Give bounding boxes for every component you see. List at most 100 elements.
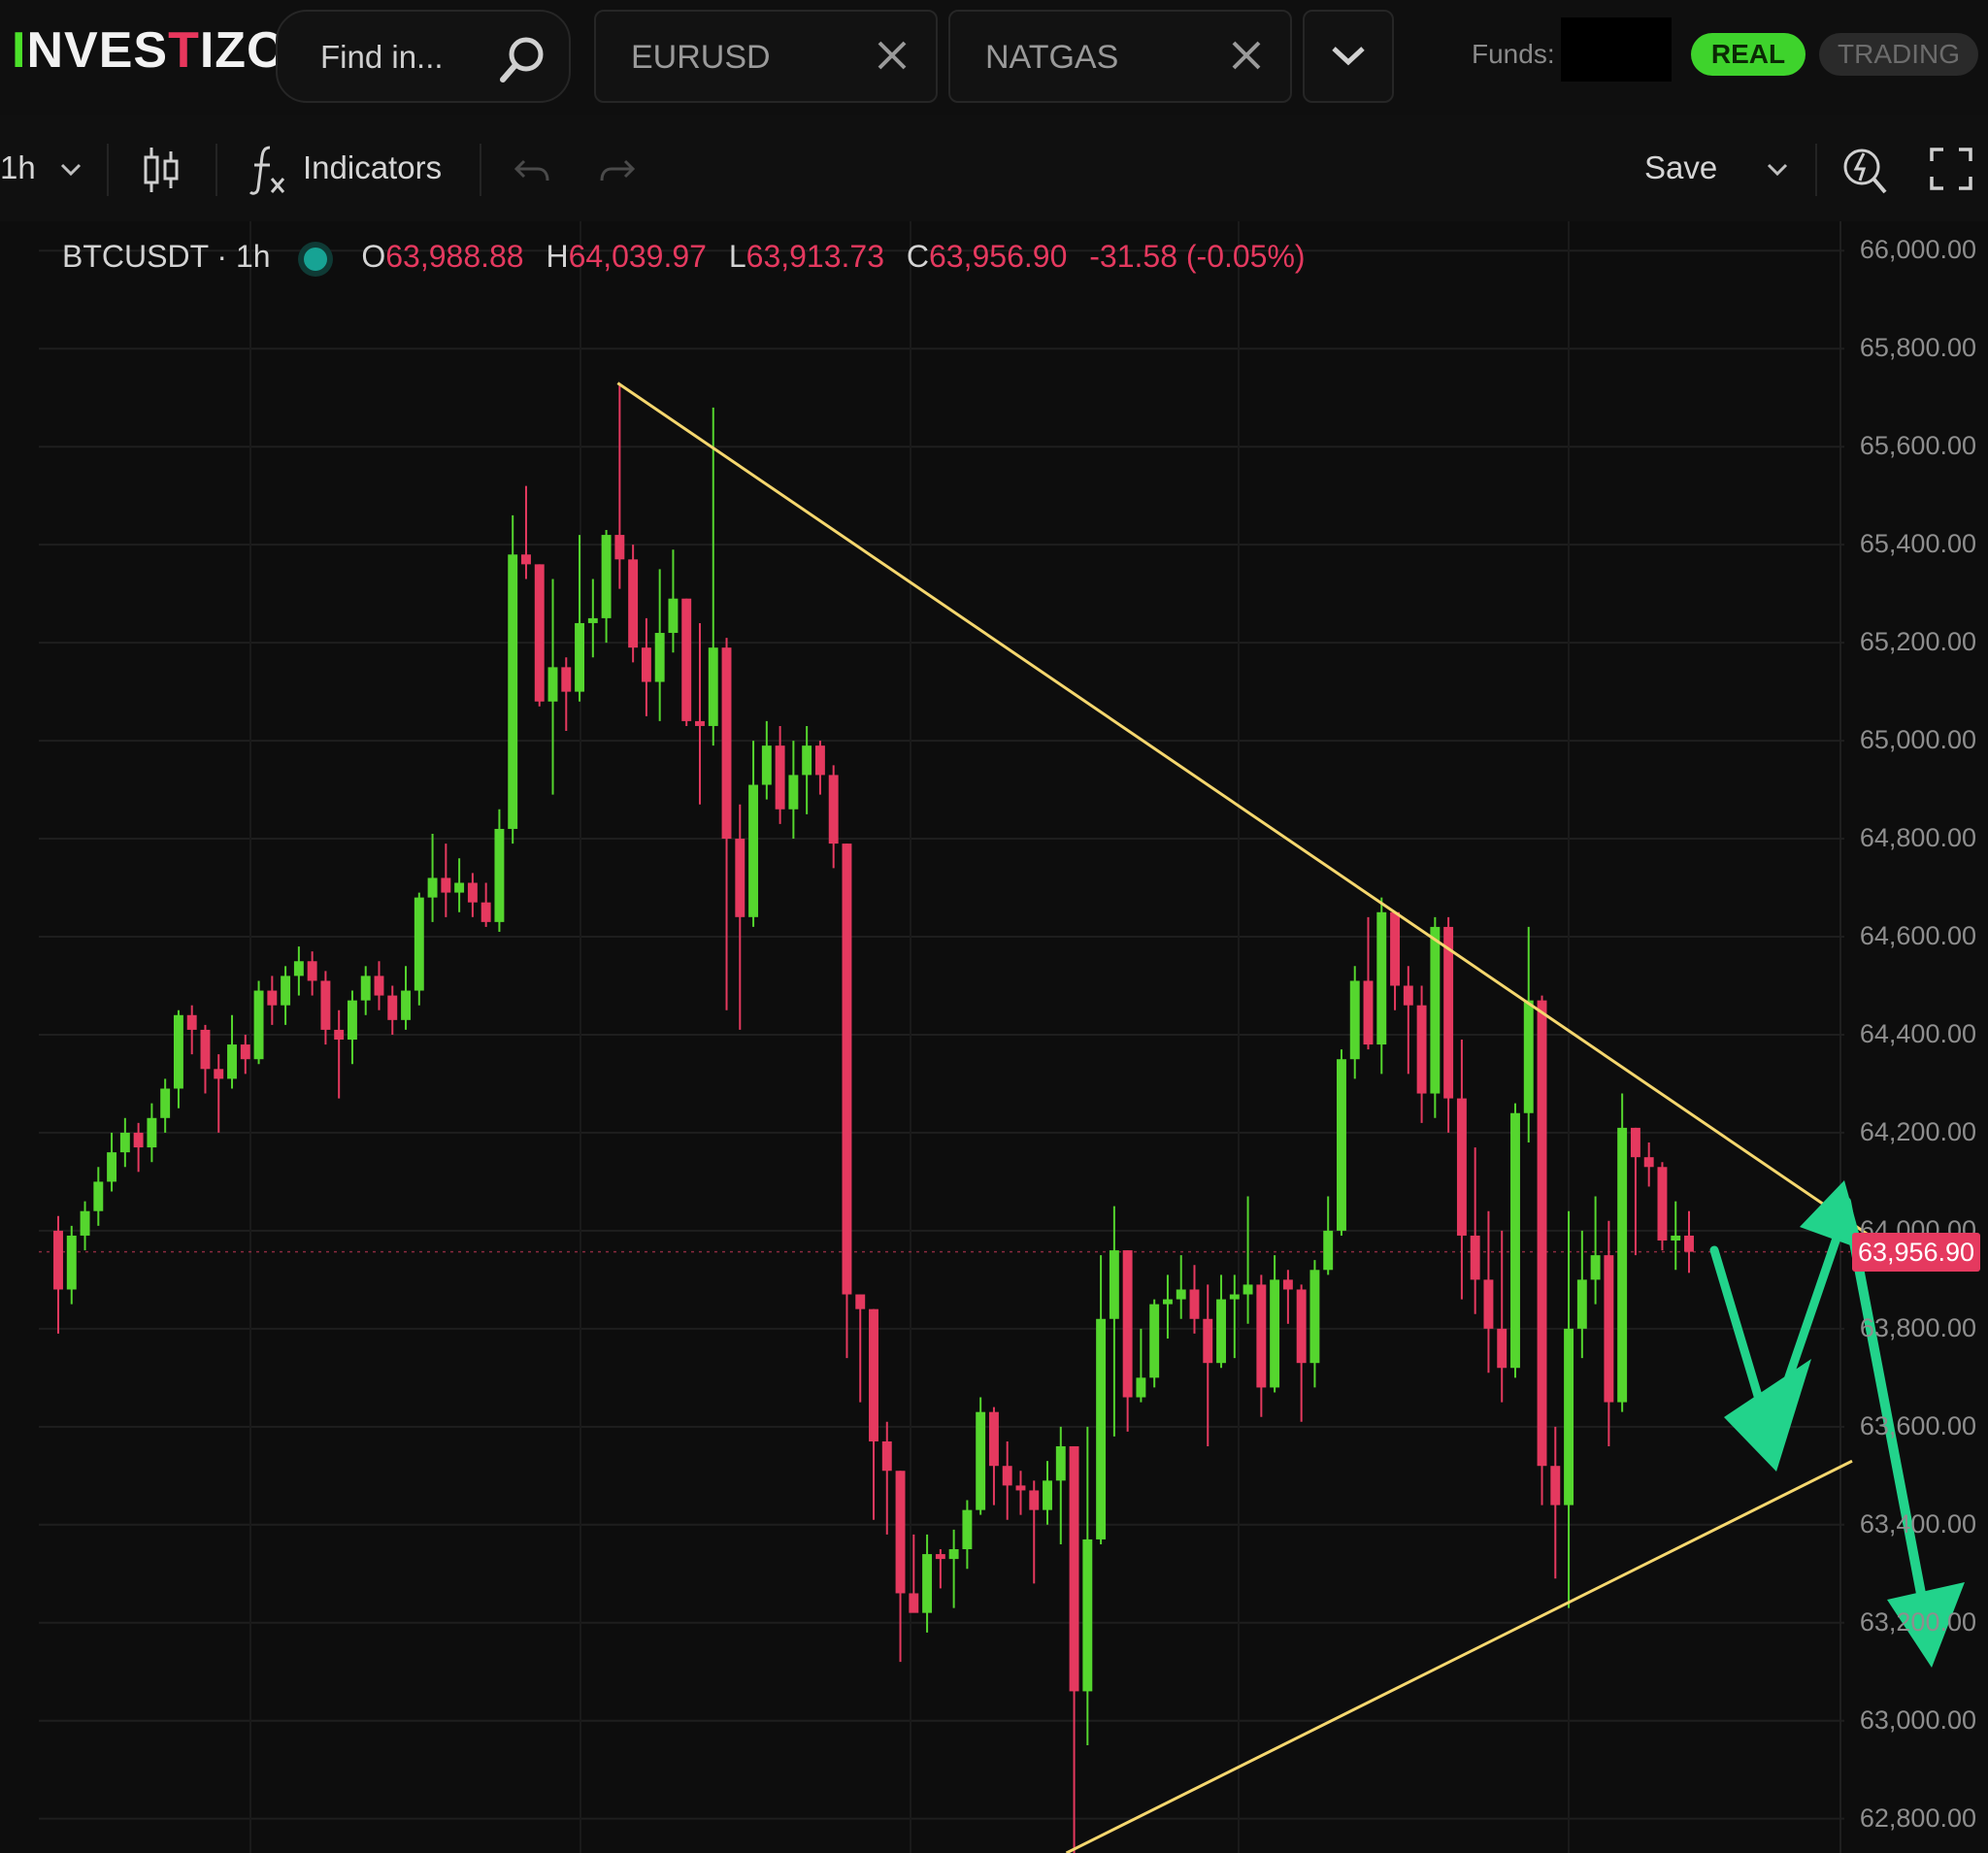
market-status-dot: [304, 247, 328, 271]
candlestick-chart[interactable]: [0, 221, 1988, 1853]
candle-up: [1109, 1250, 1119, 1319]
price-chart[interactable]: BTCUSDT · 1h O63,988.88 H64,039.97 L63,9…: [0, 221, 1988, 1853]
candle-down: [441, 877, 451, 893]
candle-down: [1069, 1446, 1079, 1692]
candle-up: [494, 828, 505, 922]
y-tick-label: 64,400.00: [1859, 1018, 1976, 1048]
candle-down: [1363, 980, 1374, 1045]
top-bar: INVESTIZO Find in... EURUSD NATGAS Funds…: [0, 0, 1988, 115]
candlestick-type-icon[interactable]: [142, 146, 181, 194]
y-tick-label: 65,400.00: [1859, 529, 1976, 559]
candle-down: [641, 647, 651, 682]
tab-eurusd[interactable]: EURUSD: [594, 10, 938, 103]
tab-eurusd-label: EURUSD: [631, 39, 771, 76]
undo-icon[interactable]: [514, 155, 549, 184]
candle-down: [909, 1593, 919, 1613]
candle-up: [1176, 1289, 1186, 1300]
candle-down: [1470, 1235, 1480, 1280]
candle-up: [1323, 1230, 1334, 1271]
tab-natgas[interactable]: NATGAS: [948, 10, 1292, 103]
real-account-toggle[interactable]: REAL: [1691, 33, 1806, 76]
resistance-trendline: [616, 381, 1871, 1238]
candle-up: [1309, 1270, 1320, 1364]
toolbar-divider: [107, 144, 109, 196]
candle-down: [1029, 1490, 1040, 1510]
candle-up: [414, 897, 424, 991]
candle-up: [1162, 1299, 1173, 1305]
candle-down: [1684, 1235, 1694, 1252]
candle-down: [1604, 1255, 1614, 1403]
search-box[interactable]: Find in...: [276, 10, 571, 103]
fullscreen-icon[interactable]: [1930, 148, 1972, 190]
candle-up: [281, 976, 291, 1006]
candle-down: [881, 1440, 892, 1472]
candle-up: [1229, 1294, 1240, 1300]
candle-down: [1282, 1279, 1293, 1290]
close-icon[interactable]: [876, 39, 909, 72]
y-tick-label: 63,200.00: [1859, 1606, 1976, 1637]
candle-down: [828, 775, 839, 844]
candle-down: [1189, 1289, 1200, 1319]
y-tick-label: 65,200.00: [1859, 627, 1976, 657]
search-icon[interactable]: [497, 35, 547, 85]
candle-up: [1510, 1112, 1520, 1369]
y-tick-label: 64,600.00: [1859, 921, 1976, 950]
quick-search-icon[interactable]: [1840, 144, 1889, 196]
candle-down: [1256, 1284, 1267, 1388]
candle-up: [976, 1411, 986, 1510]
candle-up: [668, 598, 679, 634]
candle-up: [160, 1088, 171, 1118]
candle-up: [601, 535, 612, 618]
y-tick-label: 63,000.00: [1859, 1704, 1976, 1735]
candle-up: [119, 1132, 130, 1153]
save-button[interactable]: Save: [1644, 149, 1717, 186]
candle-down: [614, 535, 625, 560]
tabs-dropdown-button[interactable]: [1303, 10, 1394, 103]
search-placeholder[interactable]: Find in...: [320, 39, 444, 76]
candle-down: [628, 559, 639, 648]
candle-down: [935, 1554, 945, 1560]
indicators-button[interactable]: Indicators: [303, 149, 442, 186]
candle-up: [802, 745, 812, 776]
trading-account-toggle[interactable]: TRADING: [1819, 33, 1978, 76]
candle-up: [547, 667, 558, 702]
chevron-down-icon[interactable]: [1767, 163, 1788, 177]
indicators-fx-icon[interactable]: [248, 144, 287, 196]
projection-arrow-segment: [1768, 1216, 1847, 1430]
candle-up: [1055, 1446, 1066, 1481]
candle-up: [1376, 911, 1387, 1045]
candle-down: [214, 1069, 224, 1079]
candle-down: [1015, 1485, 1026, 1491]
candle-up: [80, 1210, 90, 1236]
candle-up: [1523, 1000, 1534, 1113]
candle-down: [1483, 1279, 1494, 1329]
chevron-down-icon[interactable]: [60, 163, 82, 177]
candle-up: [1136, 1377, 1146, 1398]
candle-down: [1657, 1167, 1668, 1241]
candle-up: [922, 1554, 933, 1613]
candle-up: [107, 1152, 117, 1182]
candle-down: [855, 1294, 866, 1309]
close-icon[interactable]: [1230, 39, 1263, 72]
candle-up: [1242, 1284, 1253, 1295]
chart-toolbar: 1h Indicators Save: [0, 115, 1988, 221]
redo-icon[interactable]: [600, 155, 635, 184]
y-tick-label: 65,000.00: [1859, 725, 1976, 755]
candle-down: [1643, 1157, 1654, 1168]
candle-up: [761, 745, 772, 785]
candle-up: [1216, 1299, 1226, 1364]
logo-arrow-up-icon: I: [12, 22, 27, 79]
interval-selector[interactable]: 1h: [0, 149, 36, 186]
candle-down: [735, 839, 746, 917]
toolbar-divider: [1815, 144, 1817, 196]
symbol-label[interactable]: BTCUSDT · 1h: [62, 239, 271, 274]
ohlc-legend: BTCUSDT · 1h O63,988.88 H64,039.97 L63,9…: [62, 239, 1319, 275]
y-tick-label: 62,800.00: [1859, 1803, 1976, 1833]
investizo-logo[interactable]: INVESTIZO: [12, 21, 287, 80]
candle-up: [962, 1509, 973, 1550]
candle-down: [775, 745, 785, 810]
projection-arrowhead-icon: [1724, 1359, 1811, 1472]
y-tick-label: 63,400.00: [1859, 1508, 1976, 1539]
y-tick-label: 65,800.00: [1859, 333, 1976, 363]
candle-down: [1550, 1466, 1561, 1506]
